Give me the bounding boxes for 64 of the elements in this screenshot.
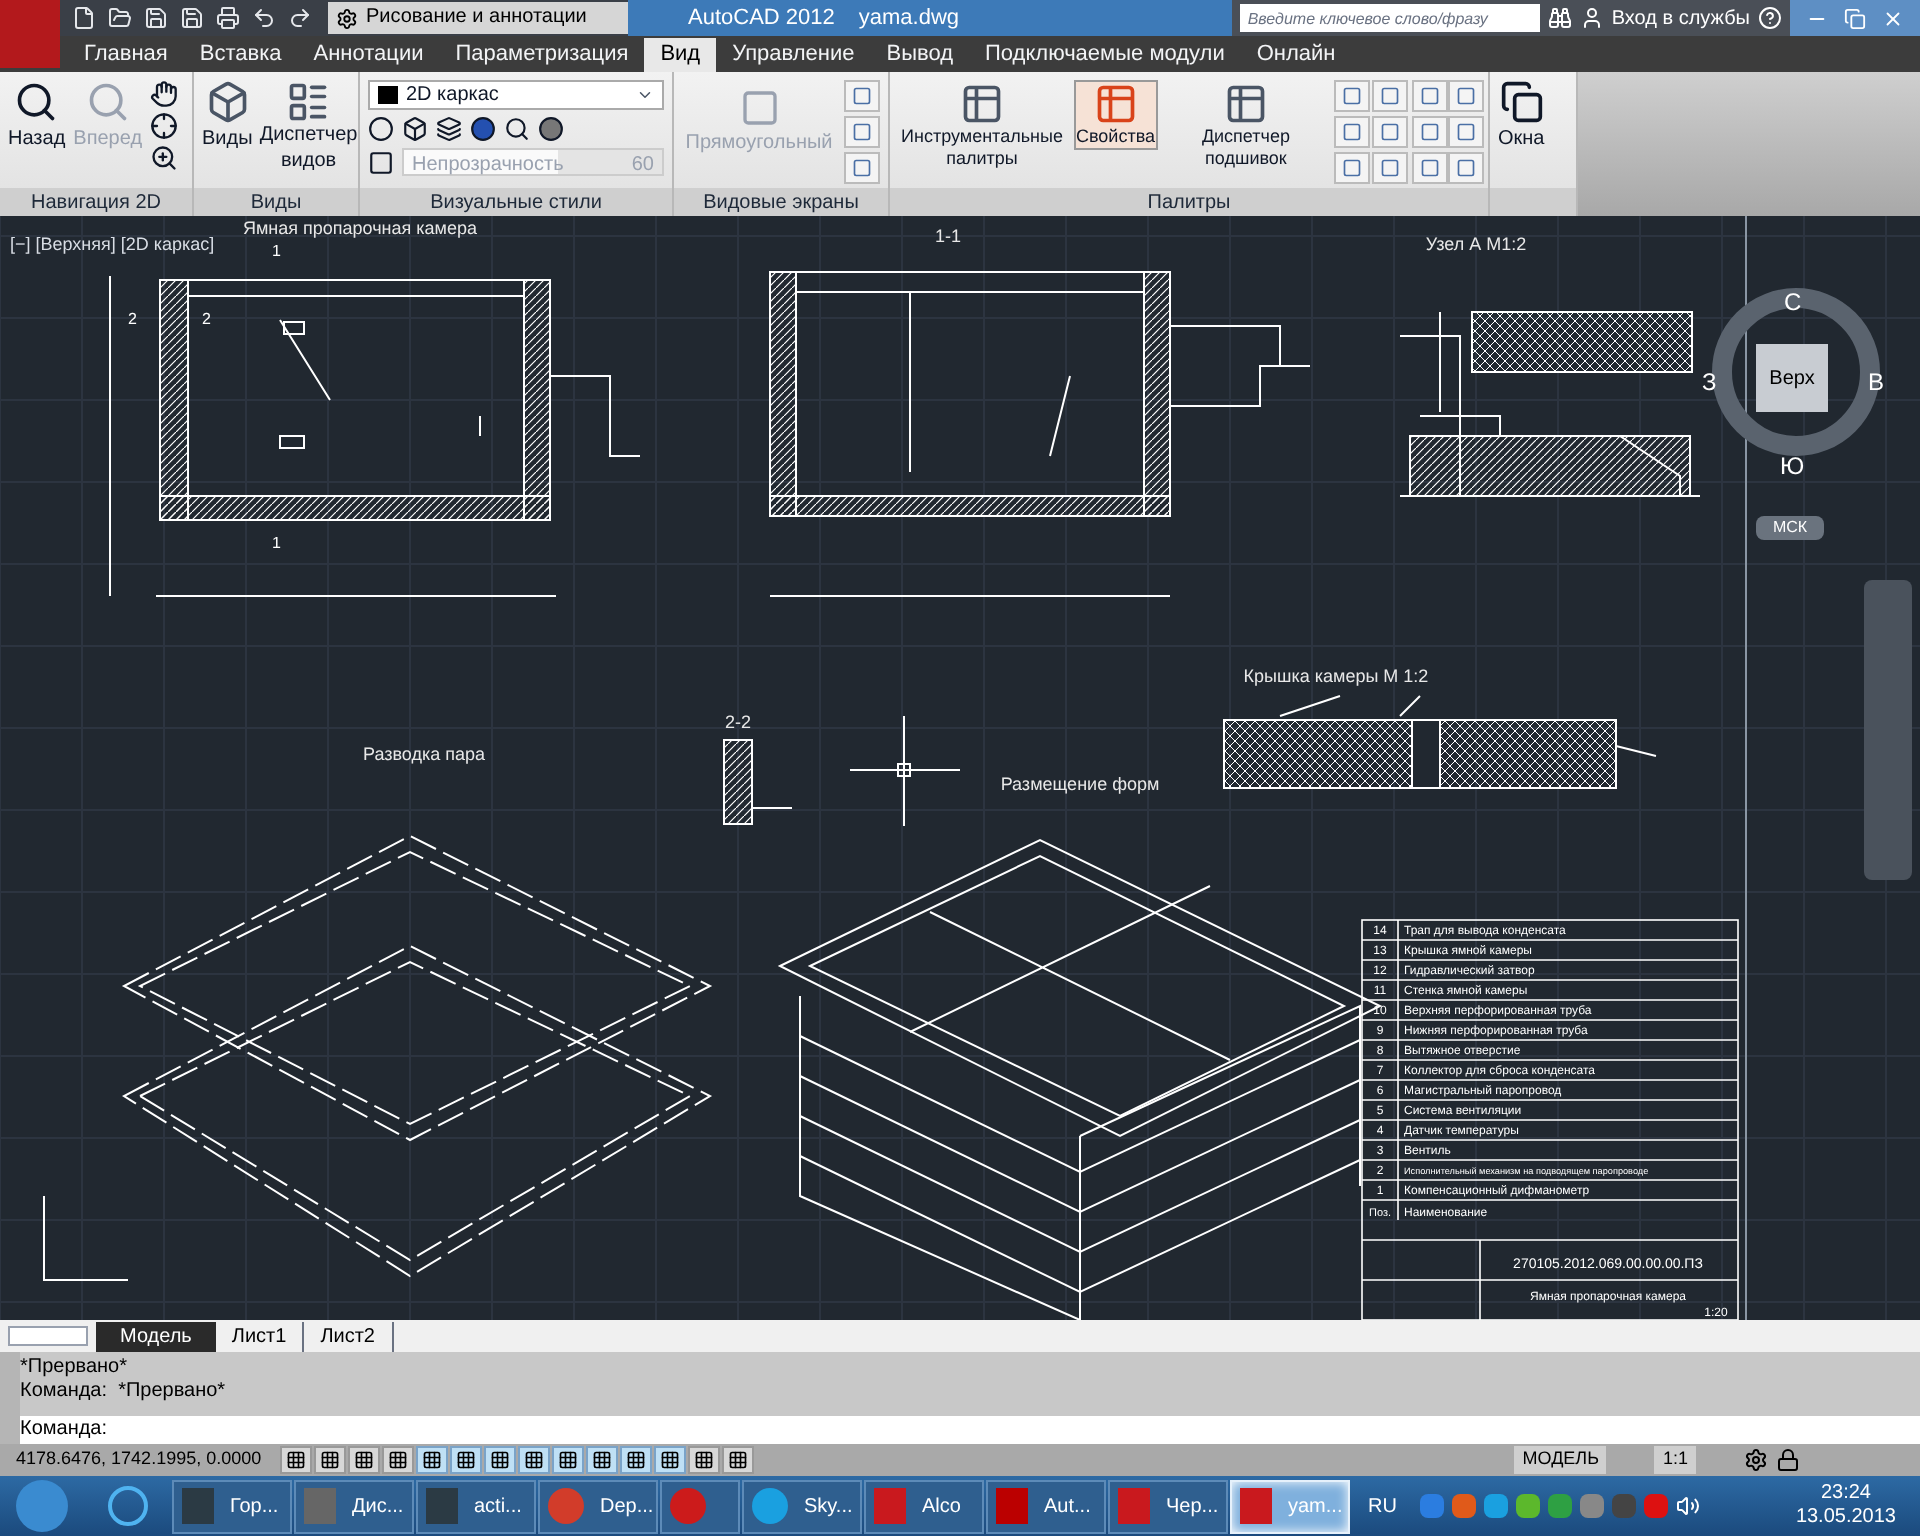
language-indicator[interactable]: RU xyxy=(1368,1491,1397,1521)
ribbon-tab[interactable]: Подключаемые модули xyxy=(969,38,1241,72)
views-button[interactable]: Виды xyxy=(202,80,253,154)
windows-button[interactable]: Окна xyxy=(1498,80,1545,154)
section-mark: 2 xyxy=(128,310,137,328)
panel-title: Виды xyxy=(194,188,358,216)
palette-button[interactable]: Диспетчер подшивок xyxy=(1165,80,1327,173)
opacity-label: Непрозрачность xyxy=(412,152,564,180)
ribbon-tab[interactable]: Главная xyxy=(68,38,184,72)
ribbon-tab[interactable]: Параметризация xyxy=(439,38,645,72)
palette-button[interactable]: Инструментальные палитры xyxy=(898,80,1066,173)
file-name: yama.dwg xyxy=(858,3,960,34)
ribbon-tab[interactable]: Управление xyxy=(716,38,871,72)
ribbon-tab[interactable]: Вид xyxy=(644,38,717,72)
taskbar-button[interactable]: Dep... xyxy=(538,1479,658,1533)
panel-title: Видовые экраны xyxy=(674,188,888,216)
ribbon-tab[interactable]: Онлайн xyxy=(1240,38,1352,72)
coordinates-readout: 4178.6476, 1742.1995, 0.0000 xyxy=(14,1446,264,1473)
taskbar-button[interactable]: Sky... xyxy=(742,1479,862,1533)
compass-label: С xyxy=(1784,286,1802,320)
model-space-indicator[interactable]: МОДЕЛЬ xyxy=(1514,1446,1607,1474)
compass-label: З xyxy=(1702,366,1717,400)
drawing-title: 1-1 xyxy=(935,226,961,246)
nav-button[interactable]: Назад xyxy=(8,80,66,154)
section-mark: 1 xyxy=(272,534,281,552)
command-history-line: Команда: *Прервано* xyxy=(20,1380,228,1404)
panel-title: Навигация 2D xyxy=(0,188,192,216)
section-mark: 2 xyxy=(202,310,211,328)
layout-tab[interactable]: Модель xyxy=(96,1321,216,1351)
drawing-title: Крышка камеры М 1:2 xyxy=(1243,666,1429,686)
palette-button[interactable]: Свойства xyxy=(1074,80,1158,151)
signin-button[interactable]: Вход в службы xyxy=(1611,3,1750,33)
visual-style-dropdown[interactable]: 2D каркас xyxy=(368,80,664,110)
clock-time: 23:24 xyxy=(1820,1482,1871,1506)
app-title: AutoCAD 2012 xyxy=(688,3,835,34)
clock-date: 13.05.2013 xyxy=(1795,1506,1896,1530)
command-history-line: *Прервано* xyxy=(20,1356,130,1380)
taskbar-button[interactable]: Дис... xyxy=(294,1479,414,1533)
drawing-title: Разводка пара xyxy=(363,744,485,764)
view-manager-button[interactable]: Диспетчер видов xyxy=(260,80,357,174)
ribbon-tab[interactable]: Аннотации xyxy=(297,38,440,72)
drawing-title: Ямная пропарочная камера xyxy=(243,218,477,238)
compass-label: В xyxy=(1868,366,1885,400)
panel-title: Палитры xyxy=(890,188,1488,216)
drawing-title: Узел А М1:2 xyxy=(1425,234,1527,254)
panel-title: Визуальные стили xyxy=(360,188,672,216)
section-mark: 1 xyxy=(272,242,281,260)
annotation-scale[interactable]: 1:1 xyxy=(1654,1446,1696,1474)
ribbon-tab[interactable]: Вставка xyxy=(183,38,298,72)
taskbar-button[interactable]: Чер... xyxy=(1108,1479,1228,1533)
taskbar-button[interactable]: Гор... xyxy=(172,1479,292,1533)
compass-label: Ю xyxy=(1780,450,1805,484)
workspace-dropdown[interactable]: Рисование и аннотации xyxy=(328,2,628,34)
drawing-title: Размещение форм xyxy=(1000,774,1160,794)
taskbar-button[interactable]: Alco xyxy=(864,1479,984,1533)
taskbar-button[interactable]: acti... xyxy=(416,1479,536,1533)
ucs-dropdown[interactable]: МСК xyxy=(1756,516,1824,540)
viewport-label: [−] [Верхняя] [2D каркас] xyxy=(10,232,215,258)
ribbon-tab[interactable]: Вывод xyxy=(870,38,970,72)
search-field[interactable]: Введите ключевое слово/фразу xyxy=(1239,4,1540,32)
taskbar-button[interactable]: Aut... xyxy=(986,1479,1106,1533)
drawing-title: 2-2 xyxy=(725,712,751,732)
opacity-value: 60 xyxy=(631,152,654,180)
viewcube-face[interactable]: Верх xyxy=(1756,344,1828,412)
